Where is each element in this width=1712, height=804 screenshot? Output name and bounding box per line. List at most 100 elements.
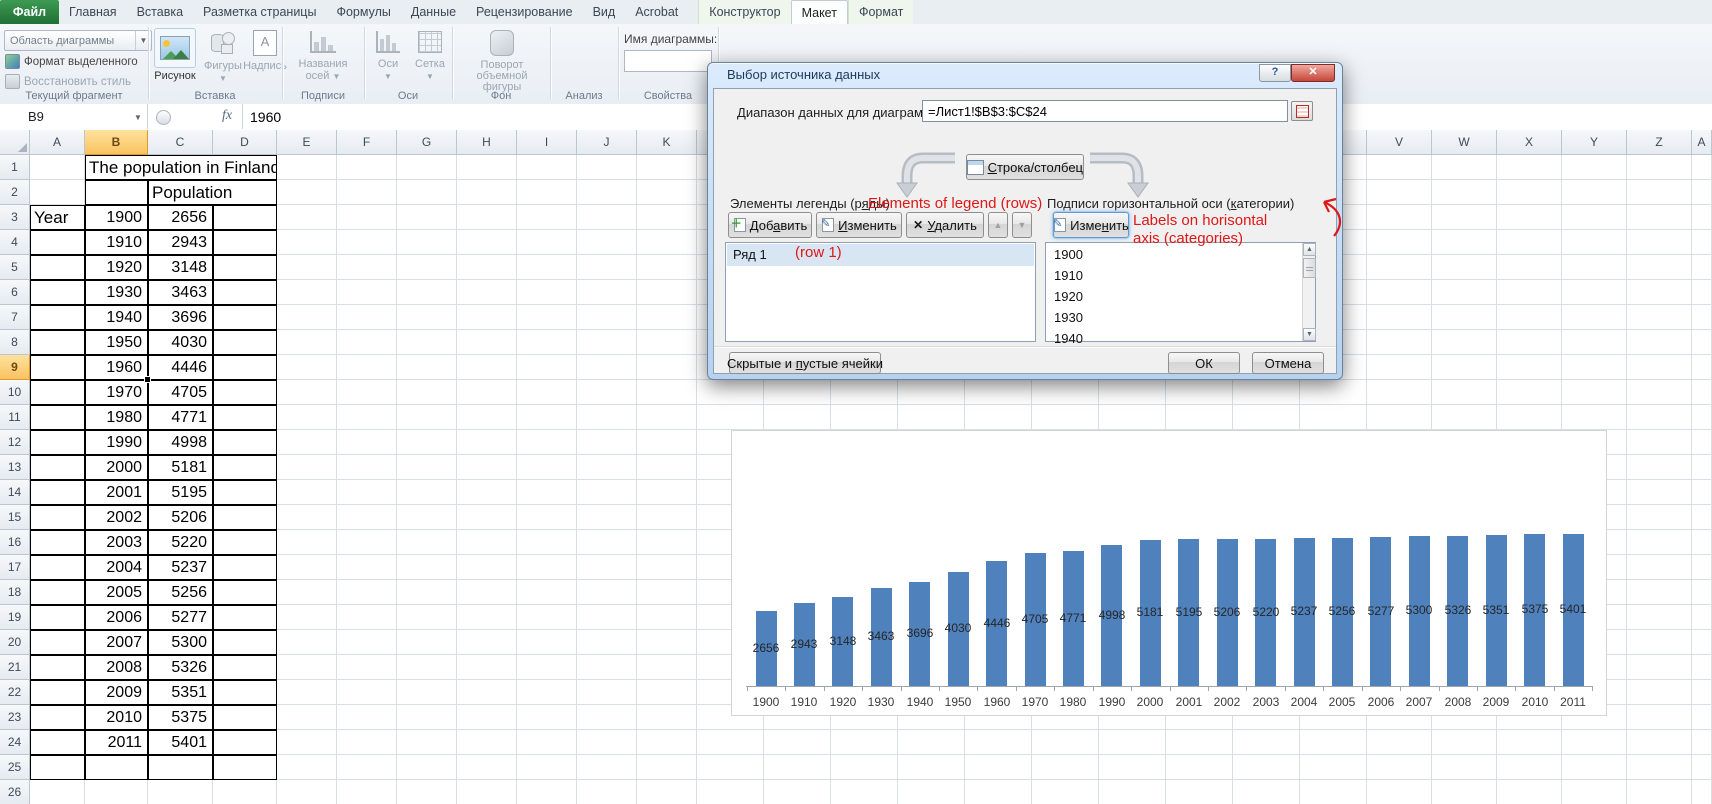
tab-Данные[interactable]: Данные — [401, 0, 466, 24]
cell-D15[interactable] — [213, 505, 277, 530]
cell-A17[interactable] — [30, 555, 85, 580]
fill-handle[interactable] — [144, 376, 151, 383]
cell-B8[interactable]: 1950 — [85, 330, 148, 355]
cell-C19[interactable]: 5277 — [148, 605, 213, 630]
cell-C11[interactable]: 4771 — [148, 405, 213, 430]
cell-C23[interactable]: 5375 — [148, 705, 213, 730]
cell-B12[interactable]: 1990 — [85, 430, 148, 455]
chart-element-selector[interactable]: Область диаграммы ▼ — [4, 30, 152, 51]
cell-D8[interactable] — [213, 330, 277, 355]
reset-style-button[interactable]: Восстановить стиль — [5, 74, 131, 89]
cell-C16[interactable]: 5220 — [148, 530, 213, 555]
row-header-26[interactable]: 26 — [0, 780, 30, 804]
cell-B6[interactable]: 1930 — [85, 280, 148, 305]
cell-B11[interactable]: 1980 — [85, 405, 148, 430]
dialog-close-button[interactable]: ✕ — [1291, 64, 1335, 82]
tab-Формат[interactable]: Формат — [848, 0, 913, 24]
cell-A23[interactable] — [30, 705, 85, 730]
cell-C24[interactable]: 5401 — [148, 730, 213, 755]
column-header-K[interactable]: K — [637, 130, 697, 155]
scroll-up-icon[interactable]: ▲ — [1303, 243, 1316, 256]
row-header-3[interactable]: 3 — [0, 205, 30, 230]
selected-cell-B9[interactable] — [84, 354, 149, 381]
row-header-2[interactable]: 2 — [0, 180, 30, 205]
scroll-down-icon[interactable]: ▼ — [1303, 328, 1316, 341]
cell-B3[interactable]: 1900 — [85, 205, 148, 230]
name-box[interactable]: B9 — [0, 104, 148, 129]
cell-A11[interactable] — [30, 405, 85, 430]
cell-D14[interactable] — [213, 480, 277, 505]
row-header-11[interactable]: 11 — [0, 405, 30, 430]
cell-D12[interactable] — [213, 430, 277, 455]
tab-Acrobat[interactable]: Acrobat — [625, 0, 688, 24]
row-header-7[interactable]: 7 — [0, 305, 30, 330]
range-picker-button[interactable] — [1291, 101, 1313, 121]
cell-B15[interactable]: 2002 — [85, 505, 148, 530]
cell-D23[interactable] — [213, 705, 277, 730]
cell-B7[interactable]: 1940 — [85, 305, 148, 330]
cell-C3[interactable]: 2656 — [148, 205, 213, 230]
row-header-13[interactable]: 13 — [0, 455, 30, 480]
cell-C6[interactable]: 3463 — [148, 280, 213, 305]
cell-D10[interactable] — [213, 380, 277, 405]
chart-area[interactable]: 2656190029431910314819203463193036961940… — [731, 430, 1607, 716]
cell-A20[interactable] — [30, 630, 85, 655]
move-up-button[interactable]: ▲ — [988, 212, 1008, 238]
cell-C18[interactable]: 5256 — [148, 580, 213, 605]
categories-scrollbar[interactable]: ▲▼ — [1302, 243, 1315, 341]
formula-options-button[interactable] — [156, 110, 171, 125]
cell-D11[interactable] — [213, 405, 277, 430]
row-header-1[interactable]: 1 — [0, 155, 30, 180]
move-down-button[interactable]: ▼ — [1012, 212, 1032, 238]
name-box-dropdown-icon[interactable]: ▼ — [134, 113, 142, 122]
cell-C10[interactable]: 4705 — [148, 380, 213, 405]
row-header-18[interactable]: 18 — [0, 580, 30, 605]
cell-C25[interactable] — [148, 755, 213, 780]
formula-bar-value[interactable]: 1960 — [250, 109, 281, 125]
cell-A24[interactable] — [30, 730, 85, 755]
tab-Рецензирование[interactable]: Рецензирование — [466, 0, 583, 24]
cell-A13[interactable] — [30, 455, 85, 480]
cell-D16[interactable] — [213, 530, 277, 555]
cancel-button[interactable]: Отмена — [1252, 352, 1324, 374]
cell-C17[interactable]: 5237 — [148, 555, 213, 580]
category-list-item[interactable]: 1940 — [1054, 331, 1083, 346]
tab-file[interactable]: Файл — [0, 0, 59, 24]
cell-C14[interactable]: 5195 — [148, 480, 213, 505]
edit-categories-button[interactable]: ✎ Изменить — [1053, 212, 1129, 238]
cell-C21[interactable]: 5326 — [148, 655, 213, 680]
column-header-E[interactable]: E — [277, 130, 337, 155]
tab-Формулы[interactable]: Формулы — [326, 0, 400, 24]
cell-A4[interactable] — [30, 230, 85, 255]
row-header-24[interactable]: 24 — [0, 730, 30, 755]
cell-D5[interactable] — [213, 255, 277, 280]
cell-D9[interactable] — [213, 355, 277, 380]
cell-B23[interactable]: 2010 — [85, 705, 148, 730]
add-series-button[interactable]: ＋ Добавить — [728, 212, 812, 238]
row-header-8[interactable]: 8 — [0, 330, 30, 355]
column-header-C[interactable]: C — [148, 130, 213, 155]
dialog-help-button[interactable]: ? — [1259, 64, 1291, 82]
cell-B5[interactable]: 1920 — [85, 255, 148, 280]
cell-C8[interactable]: 4030 — [148, 330, 213, 355]
ok-button[interactable]: ОК — [1168, 352, 1240, 374]
row-header-23[interactable]: 23 — [0, 705, 30, 730]
column-header-V[interactable]: V — [1367, 130, 1432, 155]
cell-B13[interactable]: 2000 — [85, 455, 148, 480]
cell-B17[interactable]: 2004 — [85, 555, 148, 580]
column-header-G[interactable]: G — [397, 130, 457, 155]
cell-C22[interactable]: 5351 — [148, 680, 213, 705]
cell-B2[interactable] — [85, 180, 148, 205]
row-header-6[interactable]: 6 — [0, 280, 30, 305]
row-header-10[interactable]: 10 — [0, 380, 30, 405]
cell-B25[interactable] — [85, 755, 148, 780]
cell-A25[interactable] — [30, 755, 85, 780]
cell-D24[interactable] — [213, 730, 277, 755]
edit-series-button[interactable]: ✎ Изменить — [816, 212, 902, 238]
cell-D19[interactable] — [213, 605, 277, 630]
cell-B16[interactable]: 2003 — [85, 530, 148, 555]
row-header-4[interactable]: 4 — [0, 230, 30, 255]
cell-C4[interactable]: 2943 — [148, 230, 213, 255]
cell-A8[interactable] — [30, 330, 85, 355]
cell-A15[interactable] — [30, 505, 85, 530]
